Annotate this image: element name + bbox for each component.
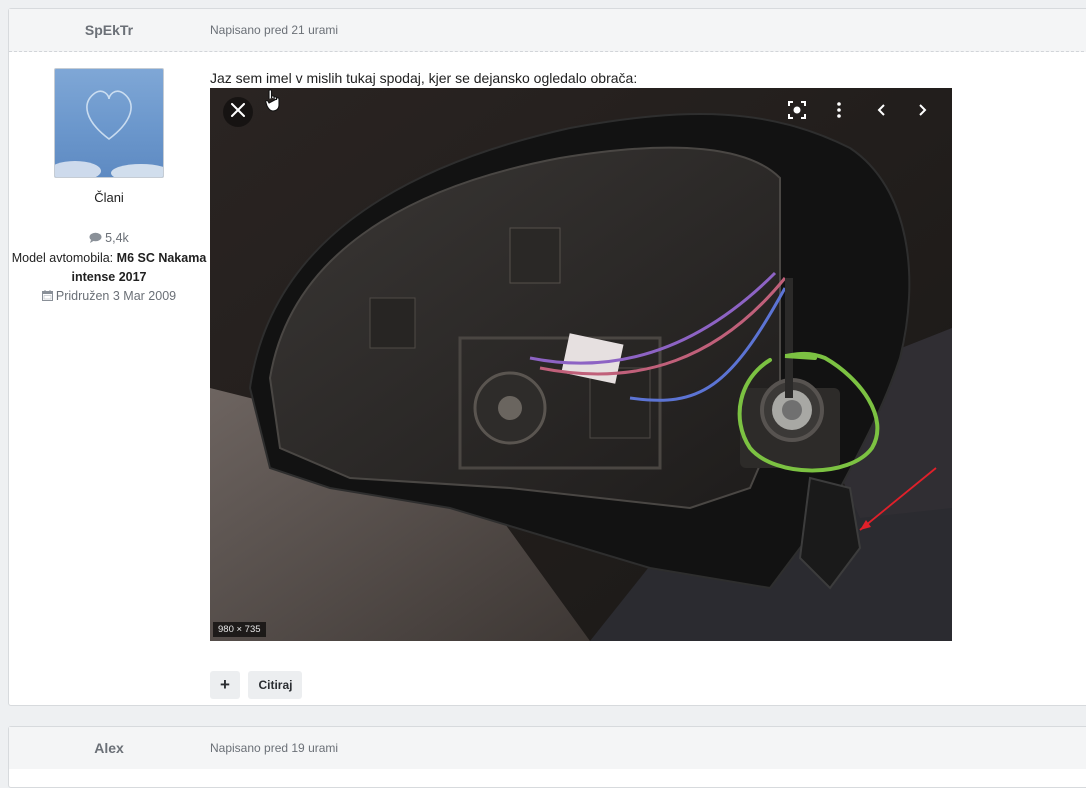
post-date[interactable]: Napisano pred 21 urami xyxy=(210,23,338,37)
forum-post: Alex Napisano pred 19 urami xyxy=(8,726,1086,788)
lens-search-icon xyxy=(788,100,806,124)
quote-button[interactable]: Citiraj xyxy=(248,671,303,699)
more-vertical-icon xyxy=(837,101,841,123)
plus-button[interactable]: + xyxy=(210,671,240,699)
car-model: Model avtomobila: M6 SC Nakama intense 2… xyxy=(9,249,209,287)
lens-search-button[interactable] xyxy=(782,97,812,127)
hand-cursor-icon xyxy=(265,88,281,117)
chevron-right-icon xyxy=(919,103,927,121)
close-icon xyxy=(231,102,245,122)
post-body-text: Jaz sem imel v mislih tukaj spodaj, kjer… xyxy=(210,70,638,86)
more-options-button[interactable] xyxy=(824,97,854,127)
author-stats: 5,4k Model avtomobila: M6 SC Nakama inte… xyxy=(9,229,209,307)
avatar[interactable] xyxy=(54,68,164,178)
post-date[interactable]: Napisano pred 19 urami xyxy=(210,741,338,755)
joined-date-text: Pridružen 3 Mar 2009 xyxy=(55,289,177,303)
previous-image-button[interactable] xyxy=(866,97,896,127)
post-count: 5,4k xyxy=(9,229,209,249)
forum-post: SpEkTr Napisano pred 21 urami Člani 5,4k… xyxy=(8,8,1086,706)
comment-icon xyxy=(89,230,102,249)
post-image[interactable] xyxy=(210,88,952,641)
image-dimensions-badge: 980 × 735 xyxy=(213,622,266,637)
image-viewer[interactable]: 980 × 735 xyxy=(210,88,952,641)
car-model-label: Model avtomobila: xyxy=(11,251,114,265)
calendar-icon xyxy=(41,288,53,307)
post-header: SpEkTr Napisano pred 21 urami xyxy=(9,9,1086,52)
next-image-button[interactable] xyxy=(908,97,938,127)
post-author[interactable]: SpEkTr xyxy=(9,22,209,38)
close-viewer-button[interactable] xyxy=(223,97,253,127)
member-group: Člani xyxy=(94,190,124,205)
post-header: Alex Napisano pred 19 urami xyxy=(9,727,1086,769)
post-author[interactable]: Alex xyxy=(9,740,209,756)
post-count-value: 5,4k xyxy=(105,231,129,245)
joined-date: Pridružen 3 Mar 2009 xyxy=(9,287,209,307)
chevron-left-icon xyxy=(877,103,885,121)
post-actions: + Citiraj xyxy=(210,671,306,699)
